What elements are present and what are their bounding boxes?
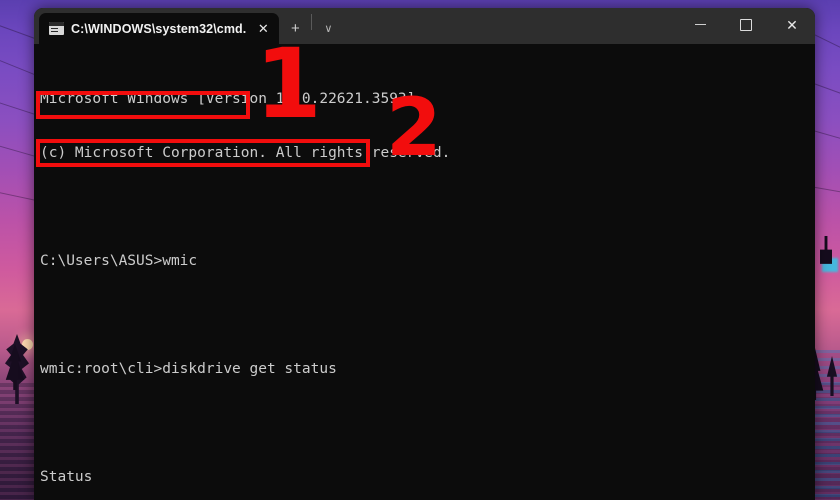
terminal-window: C:\WINDOWS\system32\cmd. ✕ + ∨ ✕ Microso… — [34, 8, 815, 500]
maximize-button[interactable] — [723, 8, 769, 41]
close-icon: ✕ — [786, 16, 798, 33]
console-output-area[interactable]: Microsoft Windows [Version 10.0.22621.35… — [34, 44, 815, 500]
tab-title: C:\WINDOWS\system32\cmd. — [71, 21, 247, 36]
close-tab-icon[interactable]: ✕ — [253, 19, 273, 39]
maximize-icon — [740, 18, 752, 31]
console-line-copyright: (c) Microsoft Corporation. All rights re… — [40, 145, 451, 161]
chevron-down-icon[interactable]: ∨ — [312, 13, 344, 44]
tab-strip: C:\WINDOWS\system32\cmd. ✕ + ∨ — [34, 8, 344, 44]
title-bar: C:\WINDOWS\system32\cmd. ✕ + ∨ ✕ — [34, 8, 815, 44]
minimize-button[interactable] — [677, 8, 723, 41]
screen: C:\WINDOWS\system32\cmd. ✕ + ∨ ✕ Microso… — [0, 0, 840, 500]
new-tab-button[interactable]: + — [279, 13, 311, 44]
console-line-status-header: Status — [40, 469, 93, 485]
cmd-icon — [49, 22, 64, 35]
window-controls: ✕ — [677, 8, 815, 41]
console-line-prompt-diskdrive: wmic:root\cli>diskdrive get status — [40, 361, 337, 377]
console-line-prompt-wmic: C:\Users\ASUS>wmic — [40, 253, 198, 269]
tab-cmd[interactable]: C:\WINDOWS\system32\cmd. ✕ — [39, 13, 280, 44]
close-window-button[interactable]: ✕ — [769, 8, 815, 41]
console-line-version: Microsoft Windows [Version 10.0.22621.35… — [40, 91, 416, 107]
minimize-icon — [694, 24, 706, 25]
